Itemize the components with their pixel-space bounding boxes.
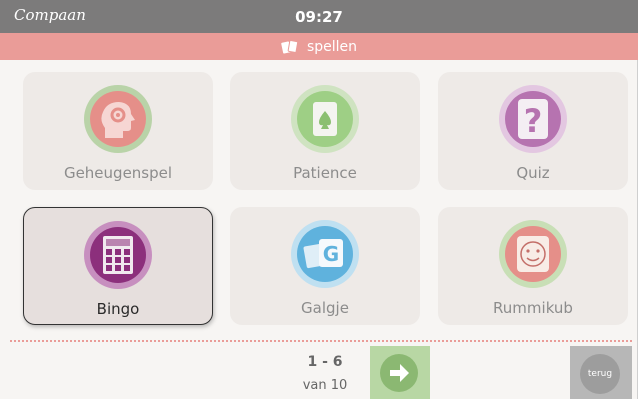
game-label: Quiz	[516, 164, 550, 182]
brain-gear-icon	[83, 84, 153, 154]
game-tile-galgje[interactable]: G Galgje	[230, 207, 420, 325]
section-header: spellen	[0, 33, 638, 60]
cards-icon	[281, 39, 299, 54]
game-label: Geheugenspel	[63, 164, 173, 182]
game-tile-patience[interactable]: Patience	[230, 72, 420, 190]
back-button[interactable]: terug	[570, 346, 632, 399]
next-page-button[interactable]	[370, 346, 430, 399]
svg-text:G: G	[323, 242, 339, 266]
section-title: spellen	[306, 38, 358, 55]
game-label: Bingo	[96, 300, 140, 318]
game-tile-bingo[interactable]: Bingo	[23, 207, 213, 325]
page-range: 1 - 6	[307, 354, 343, 370]
playing-card-icon	[290, 84, 360, 154]
letter-tiles-icon: G	[290, 219, 360, 289]
game-label: Patience	[293, 164, 357, 182]
question-mark-icon: ?	[498, 84, 568, 154]
game-label: Galgje	[301, 299, 349, 317]
arrow-right-icon	[380, 354, 418, 392]
bingo-card-icon	[83, 220, 153, 290]
face-tile-icon	[498, 219, 568, 289]
svg-text:?: ?	[524, 102, 543, 140]
page-total: van 10	[302, 378, 348, 393]
clock: 09:27	[295, 8, 343, 26]
game-label: Rummikub	[493, 299, 573, 317]
status-bar: Compaan 09:27	[0, 0, 638, 33]
game-tile-geheugenspel[interactable]: Geheugenspel	[23, 72, 213, 190]
game-tile-quiz[interactable]: ? Quiz	[438, 72, 628, 190]
pagination: 1 - 6 van 10	[280, 354, 370, 393]
divider	[10, 340, 632, 342]
back-label: terug	[580, 354, 620, 394]
game-tile-rummikub[interactable]: Rummikub	[438, 207, 628, 325]
